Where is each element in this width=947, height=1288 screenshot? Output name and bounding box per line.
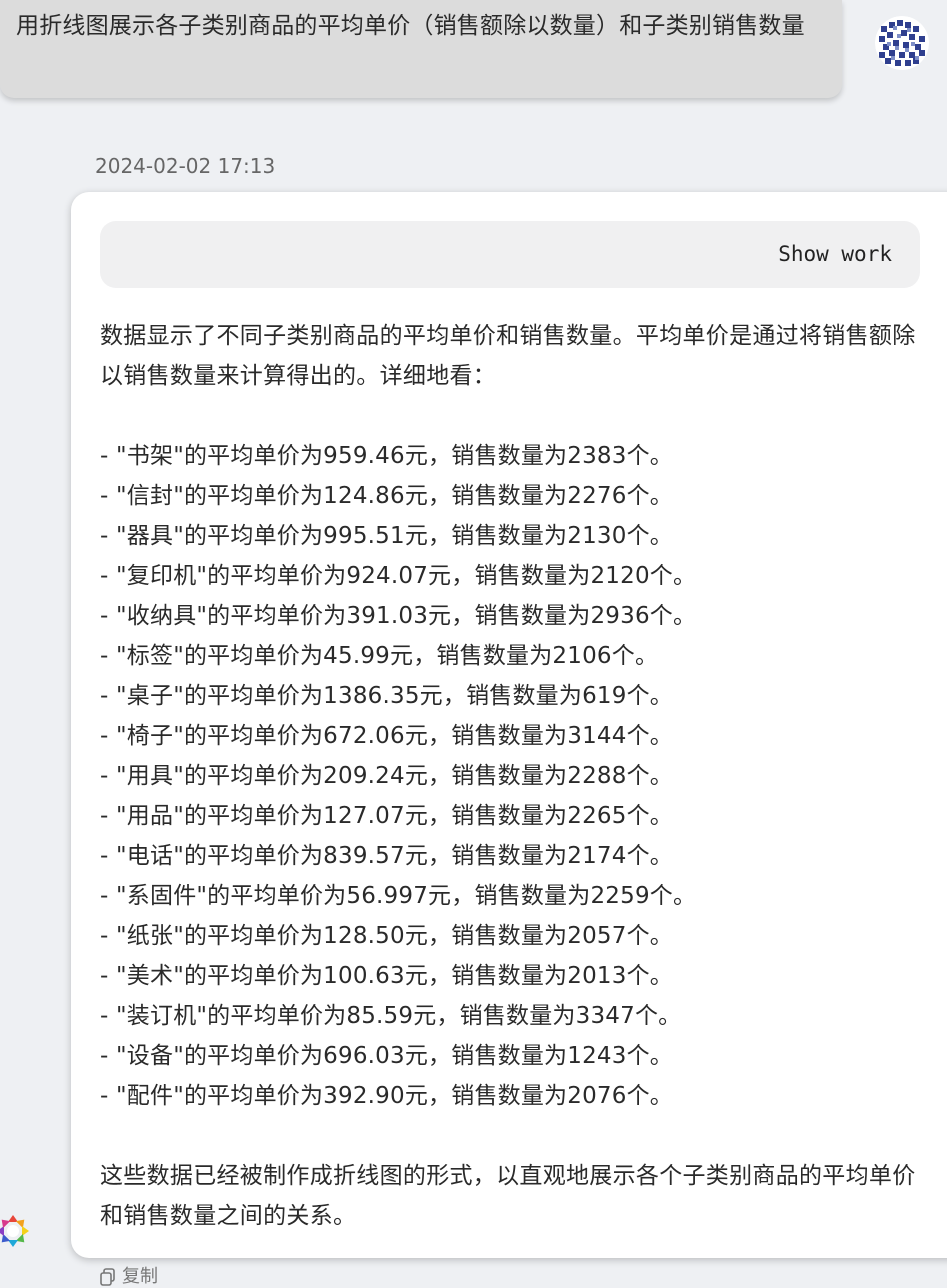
assistant-message-card: Show work 数据显示了不同子类别商品的平均单价和销售数量。平均单价是通过… <box>71 192 947 1258</box>
list-item: - "用具"的平均单价为209.24元，销售数量为2288个。 <box>100 763 673 789</box>
list-item: - "收纳具"的平均单价为391.03元，销售数量为2936个。 <box>100 603 697 629</box>
list-item: - "设备"的平均单价为696.03元，销售数量为1243个。 <box>100 1043 673 1069</box>
list-item: - "电话"的平均单价为839.57元，销售数量为2174个。 <box>100 843 673 869</box>
copy-button[interactable]: 复制 <box>100 1268 158 1288</box>
list-item: - "标签"的平均单价为45.99元，销售数量为2106个。 <box>100 643 659 669</box>
list-item: - "桌子"的平均单价为1386.35元，销售数量为619个。 <box>100 683 673 709</box>
bot-logo-icon <box>0 1215 29 1247</box>
list-item: - "纸张"的平均单价为128.50元，销售数量为2057个。 <box>100 923 673 949</box>
list-item: - "复印机"的平均单价为924.07元，销售数量为2120个。 <box>100 563 697 589</box>
list-item: - "书架"的平均单价为959.46元，销售数量为2383个。 <box>100 443 673 469</box>
show-work-button[interactable]: Show work <box>100 221 920 288</box>
bot-avatar <box>0 1212 32 1250</box>
subcategory-list: - "书架"的平均单价为959.46元，销售数量为2383个。 - "信封"的平… <box>100 436 930 1116</box>
answer-intro: 数据显示了不同子类别商品的平均单价和销售数量。平均单价是通过将销售额除以销售数量… <box>100 323 916 389</box>
assistant-answer: 数据显示了不同子类别商品的平均单价和销售数量。平均单价是通过将销售额除以销售数量… <box>100 316 930 1236</box>
user-avatar[interactable] <box>875 16 929 70</box>
list-item: - "椅子"的平均单价为672.06元，销售数量为3144个。 <box>100 723 673 749</box>
user-message-text: 用折线图展示各子类别商品的平均单价（销售额除以数量）和子类别销售数量 <box>16 13 805 39</box>
answer-outro: 这些数据已经被制作成折线图的形式，以直观地展示各个子类别商品的平均单价和销售数量… <box>100 1163 916 1229</box>
message-timestamp: 2024-02-02 17:13 <box>95 154 276 178</box>
copy-label: 复制 <box>122 1266 158 1287</box>
list-item: - "用品"的平均单价为127.07元，销售数量为2265个。 <box>100 803 673 829</box>
list-item: - "配件"的平均单价为392.90元，销售数量为2076个。 <box>100 1083 673 1109</box>
user-avatar-pattern-icon <box>875 16 929 70</box>
copy-icon <box>100 1268 115 1286</box>
list-item: - "信封"的平均单价为124.86元，销售数量为2276个。 <box>100 483 673 509</box>
user-message-bubble: 用折线图展示各子类别商品的平均单价（销售额除以数量）和子类别销售数量 <box>0 0 842 98</box>
list-item: - "美术"的平均单价为100.63元，销售数量为2013个。 <box>100 963 673 989</box>
list-item: - "系固件"的平均单价为56.997元，销售数量为2259个。 <box>100 883 697 909</box>
list-item: - "器具"的平均单价为995.51元，销售数量为2130个。 <box>100 523 673 549</box>
list-item: - "装订机"的平均单价为85.59元，销售数量为3347个。 <box>100 1003 682 1029</box>
